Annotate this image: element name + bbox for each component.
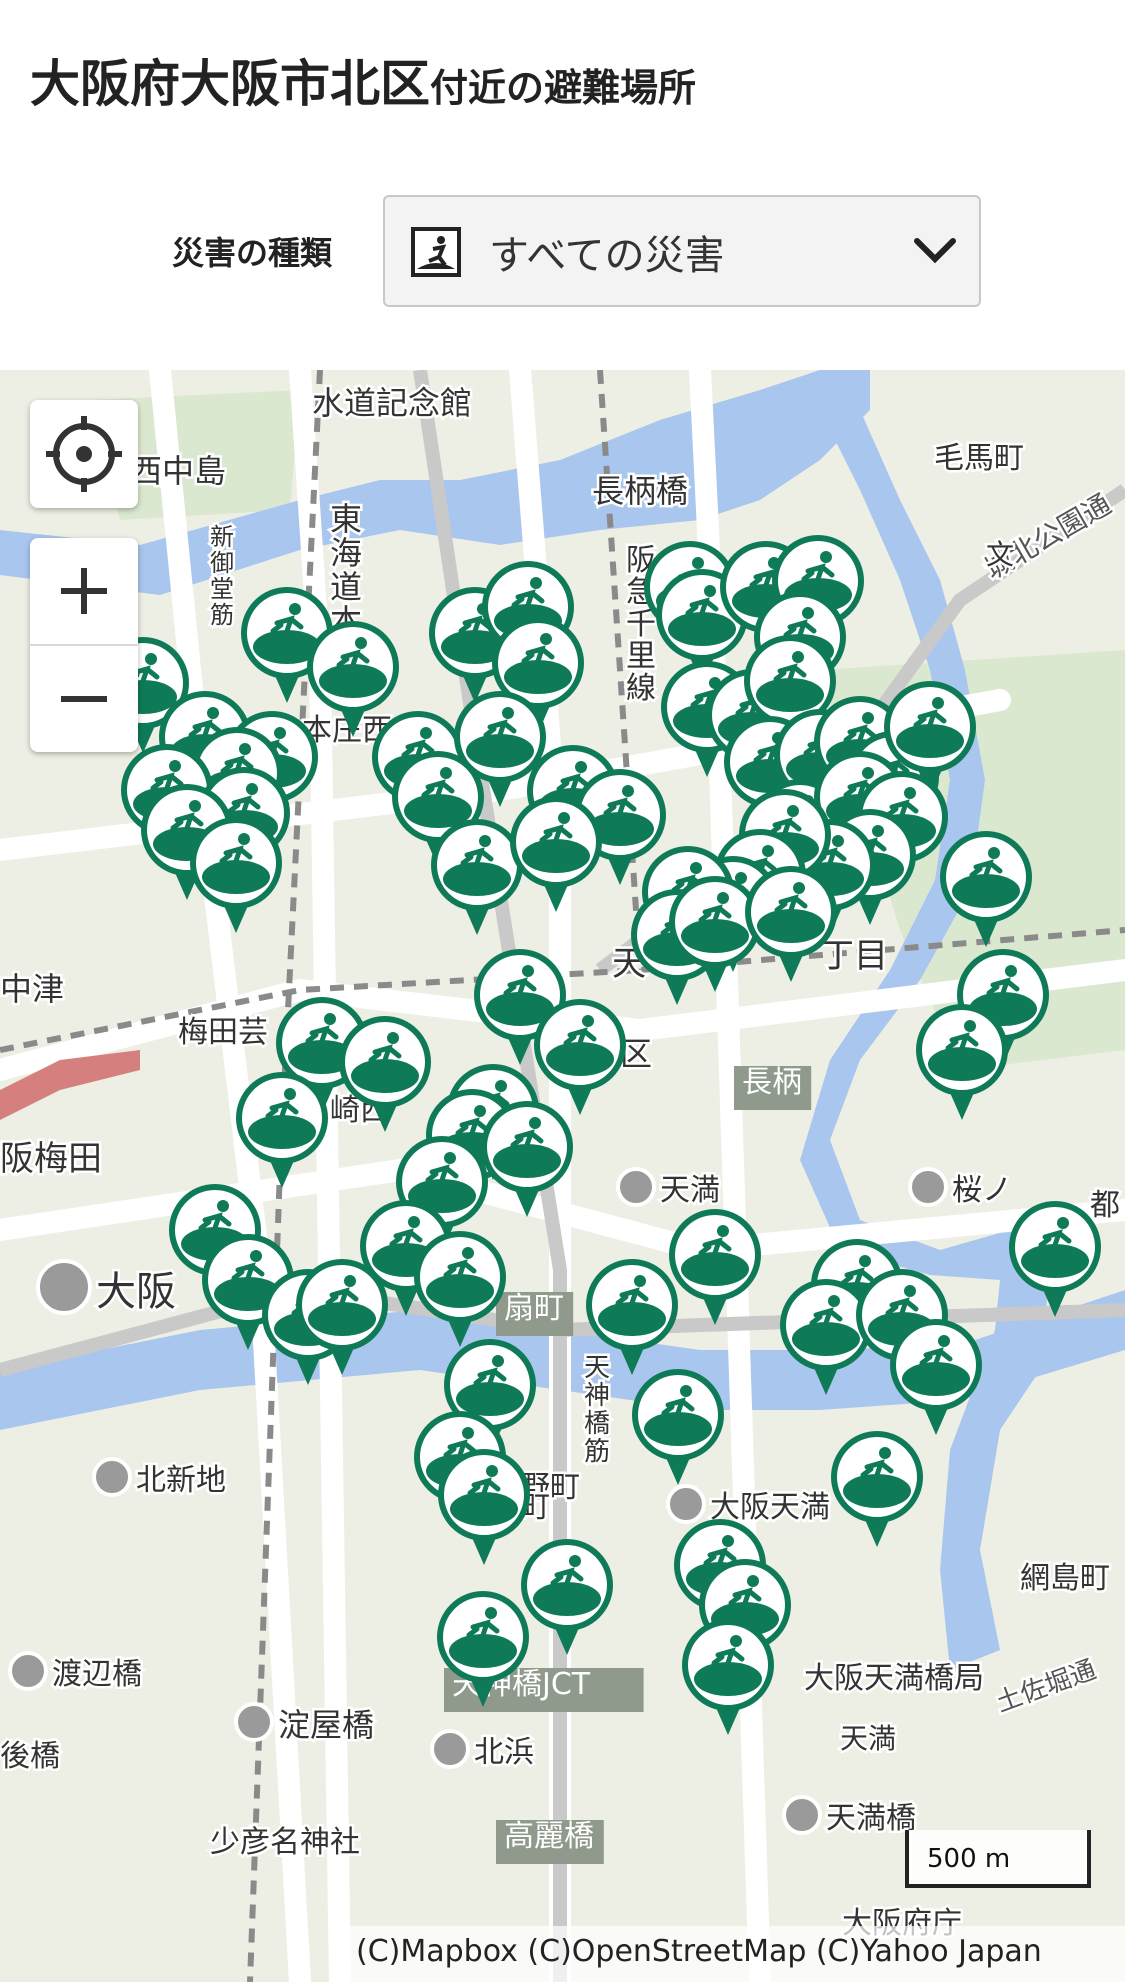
minus-icon: [61, 696, 107, 702]
train-station-icon: [666, 1484, 706, 1524]
zoom-out-button[interactable]: [30, 646, 138, 752]
map-label: 扇町: [504, 1291, 564, 1326]
chevron-down-icon: [913, 233, 957, 271]
map-canvas[interactable]: 水道記念館西中島長柄橋毛馬町城北公園通東海道本新御堂筋阪急千里線本庄西中津梅田芸…: [0, 370, 1125, 1982]
page-title: 大阪府大阪市北区付近の避難場所: [30, 44, 696, 116]
map-label-char: 海: [330, 534, 362, 572]
evacuation-site-marker[interactable]: [916, 1004, 1008, 1120]
map-label: 毛馬町: [934, 441, 1024, 476]
map-label-char: 天: [584, 1353, 610, 1383]
page-title-suffix: 付近の避難場所: [430, 66, 697, 110]
map-label: 土佐堀通: [992, 1655, 1100, 1719]
map-label-char: 新: [210, 523, 234, 551]
map-label: 高麗橋: [504, 1819, 594, 1854]
train-station-icon: [782, 1795, 822, 1835]
map-attribution[interactable]: (C)Mapbox (C)OpenStreetMap (C)Yahoo Japa…: [342, 1926, 1125, 1982]
map-label: 少彦名神社: [210, 1825, 360, 1860]
disaster-type-value: すべての災害: [489, 233, 725, 279]
map-label: 淀屋橋: [278, 1706, 374, 1744]
map-label-char: 御: [210, 549, 234, 577]
map-label: 天満橋: [826, 1801, 916, 1836]
zoom-control: [30, 538, 138, 752]
crosshair-icon: [46, 416, 122, 492]
map-label: 大阪: [96, 1269, 176, 1315]
evacuation-site-marker[interactable]: [438, 1449, 530, 1565]
evacuation-site-marker[interactable]: [190, 817, 282, 933]
map-label: 長柄橋: [592, 472, 688, 510]
train-station-icon: [234, 1702, 274, 1742]
map-label-char: 橋: [584, 1409, 610, 1439]
map-label: 渡辺橋: [52, 1657, 142, 1692]
evacuation-map[interactable]: 水道記念館 西中島 長柄橋 毛馬町 城北公園通東海道本新御堂筋阪急千里線本庄西 中津 梅田芸…: [0, 370, 1125, 1982]
map-label: 都: [1090, 1188, 1120, 1223]
disaster-icon: [411, 227, 461, 281]
map-label-char: 東: [330, 500, 362, 538]
map-label: 桜ノ: [952, 1173, 1012, 1208]
map-label: 丁目: [820, 936, 888, 976]
map-label: 阪梅田: [0, 1139, 102, 1179]
map-label-char: 線: [626, 671, 656, 706]
evacuation-site-marker[interactable]: [534, 999, 626, 1115]
map-label: 天満: [840, 1722, 896, 1755]
map-label: 長柄: [742, 1065, 802, 1100]
disaster-type-select[interactable]: すべての災害: [383, 195, 981, 307]
map-label-char: 里: [626, 639, 656, 674]
zoom-in-button[interactable]: [30, 538, 138, 646]
map-label: 梅田芸: [178, 1015, 268, 1050]
train-station-icon: [8, 1651, 48, 1691]
evacuation-site-marker[interactable]: [632, 1369, 724, 1485]
map-label: 後橋: [0, 1739, 60, 1774]
map-label: 北浜: [474, 1735, 534, 1770]
map-label: 城北公園通: [979, 487, 1117, 586]
map-label-char: 堂: [210, 575, 234, 603]
map-label-char: 神: [584, 1381, 610, 1411]
train-station-icon: [36, 1259, 92, 1315]
locate-button[interactable]: [30, 400, 138, 508]
map-label: 水道記念館: [312, 384, 472, 422]
evacuation-site-marker[interactable]: [831, 1431, 923, 1547]
page-title-location: 大阪府大阪市北区: [30, 55, 430, 113]
train-station-icon: [908, 1167, 948, 1207]
map-label-char: 千: [626, 607, 656, 642]
train-station-icon: [616, 1167, 656, 1207]
train-station-icon: [430, 1729, 470, 1769]
evacuation-site-marker[interactable]: [510, 796, 602, 912]
train-station-icon: [92, 1457, 132, 1497]
map-label: 西中島: [130, 452, 226, 490]
evacuation-site-marker[interactable]: [521, 1539, 613, 1655]
scale-bar: 500 m: [905, 1830, 1091, 1888]
map-label: 天満: [660, 1173, 720, 1208]
map-label-char: 道: [330, 568, 362, 606]
map-label: 中津: [0, 970, 64, 1008]
map-label-char: 筋: [210, 601, 234, 629]
map-label: 大阪天満橋局: [804, 1661, 984, 1696]
page-header: 大阪府大阪市北区付近の避難場所 災害の種類 すべての災害: [0, 0, 1125, 370]
disaster-type-label: 災害の種類: [172, 234, 333, 272]
plus-icon: [61, 568, 107, 614]
map-label: 網島町: [1020, 1561, 1110, 1596]
map-label: 文: [986, 538, 1014, 571]
map-label: 北新地: [136, 1463, 226, 1498]
map-label-char: 筋: [584, 1437, 610, 1467]
